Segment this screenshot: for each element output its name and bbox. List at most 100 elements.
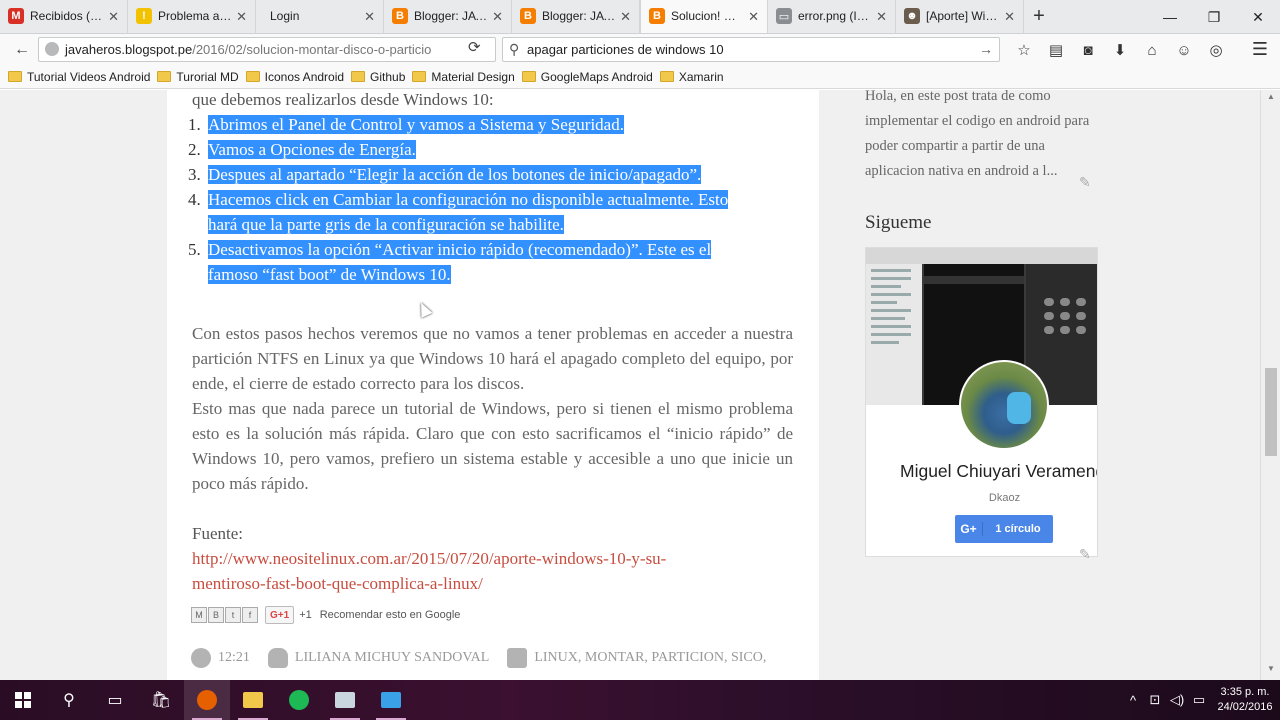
- new-tab-button[interactable]: +: [1024, 0, 1054, 33]
- windows-logo-icon: [15, 692, 31, 708]
- tab-close-icon[interactable]: ✕: [748, 9, 759, 25]
- browser-tab[interactable]: ! Problema al ... ✕: [128, 0, 256, 33]
- browser-tab[interactable]: ▭ error.png (Im... ✕: [768, 0, 896, 33]
- network-icon[interactable]: ⊡: [1144, 692, 1166, 708]
- remote-desktop-icon[interactable]: [368, 680, 414, 720]
- bookmark-item[interactable]: GoogleMaps Android: [521, 70, 653, 84]
- gplus-one-button[interactable]: G+1: [265, 606, 295, 624]
- tab-close-icon[interactable]: ✕: [620, 9, 631, 25]
- post-author[interactable]: LILIANA MICHUY SANDOVAL: [295, 650, 489, 666]
- clock-icon: [191, 648, 211, 668]
- pocket-icon[interactable]: ◙: [1072, 38, 1104, 62]
- profile-avatar[interactable]: [959, 360, 1049, 450]
- plus-one-count: +1: [299, 609, 312, 621]
- minimize-icon[interactable]: —: [1148, 0, 1192, 34]
- bookmark-star-icon[interactable]: ☆: [1008, 38, 1040, 62]
- step-item: 5. Desactivamos la opción “Activar inicio…: [188, 237, 792, 287]
- bookmark-label: Xamarin: [678, 69, 724, 84]
- task-view-icon[interactable]: ▭: [92, 680, 138, 720]
- search-bar[interactable]: ⚲ apagar particiones de windows 10 →: [502, 37, 1000, 62]
- volume-icon[interactable]: ◁): [1166, 692, 1188, 708]
- tab-close-icon[interactable]: ✕: [492, 9, 503, 25]
- tab-close-icon[interactable]: ✕: [1004, 9, 1015, 25]
- firefox-taskbar-icon[interactable]: [184, 680, 230, 720]
- browser-tab[interactable]: B Blogger: JAV... ✕: [384, 0, 512, 33]
- post-tags[interactable]: LINUX, MONTAR, PARTICION, SICO,: [534, 650, 766, 666]
- reload-icon[interactable]: ⟳: [468, 38, 481, 56]
- reading-list-icon[interactable]: ▤: [1040, 38, 1072, 62]
- selected-step-text: Abrimos el Panel de Control y vamos a Si…: [208, 115, 624, 134]
- bookmark-item[interactable]: Tutorial Videos Android: [8, 70, 150, 84]
- hello-icon[interactable]: ☺: [1168, 38, 1200, 62]
- tab-strip: MRecibidos (13...✕!Problema al ...✕Login…: [0, 0, 1280, 34]
- tab-close-icon[interactable]: ✕: [364, 9, 375, 25]
- back-arrow-icon[interactable]: ←: [10, 38, 34, 62]
- browser-tab[interactable]: M Recibidos (13...✕: [0, 0, 128, 33]
- tab-list: MRecibidos (13...✕!Problema al ...✕Login…: [0, 0, 1024, 33]
- post-time[interactable]: 12:21: [218, 650, 250, 666]
- tab-label: error.png (Im...: [798, 9, 873, 23]
- step-item: 2. Vamos a Opciones de Energía.: [188, 137, 792, 162]
- spotify-icon[interactable]: [276, 680, 322, 720]
- edit-widget-icon[interactable]: ✎: [1079, 546, 1091, 563]
- store-icon[interactable]: 🛍: [138, 680, 184, 720]
- file-explorer-icon[interactable]: [230, 680, 276, 720]
- tab-close-icon[interactable]: ✕: [876, 9, 887, 25]
- clock-time: 3:35 p. m.: [1220, 686, 1270, 698]
- close-window-icon[interactable]: ✕: [1236, 0, 1280, 34]
- browser-tab[interactable]: ☻ [Aporte] Win... ✕: [896, 0, 1024, 33]
- search-go-arrow-icon[interactable]: →: [979, 41, 993, 57]
- popular-post-snippet[interactable]: Hola, en este post trata de como impleme…: [865, 90, 1105, 184]
- blogger-share-icon[interactable]: B: [208, 607, 224, 623]
- downloads-icon[interactable]: ⬇: [1104, 38, 1136, 62]
- site-info-icon[interactable]: [45, 42, 59, 56]
- url-bar[interactable]: javaheros.blogspot.pe/2016/02/solucion-m…: [38, 37, 496, 62]
- folder-icon: [351, 71, 366, 82]
- bookmark-item[interactable]: Github: [351, 70, 405, 84]
- scroll-down-icon[interactable]: ▼: [1261, 664, 1280, 678]
- twitter-share-icon[interactable]: t: [225, 607, 241, 623]
- search-query: apagar particiones de windows 10: [527, 42, 724, 57]
- bookmark-item[interactable]: Iconos Android: [245, 70, 344, 84]
- taskbar-clock[interactable]: 3:35 p. m. 24/02/2016: [1210, 685, 1280, 715]
- blogger-icon: B: [392, 8, 408, 24]
- notifications-icon[interactable]: ▭: [1188, 692, 1210, 708]
- notes-app-icon[interactable]: [322, 680, 368, 720]
- browser-tab[interactable]: Login ✕: [256, 0, 384, 33]
- source-link-line-1[interactable]: http://www.neositelinux.com.ar/2015/07/2…: [192, 549, 666, 568]
- home-icon[interactable]: ⌂: [1136, 38, 1168, 62]
- browser-tab[interactable]: B Solucion! mo... ✕: [640, 0, 768, 33]
- show-hidden-icons-icon[interactable]: ^: [1122, 693, 1144, 708]
- folder-icon: [245, 71, 260, 82]
- search-taskbar-icon[interactable]: ⚲: [46, 680, 92, 720]
- source-link-line-2[interactable]: mentiroso-fast-boot-que-complica-a-linux…: [192, 574, 483, 593]
- blogger-icon: B: [520, 8, 536, 24]
- post-intro-text: que debemos realizarlos desde Windows 10…: [192, 90, 494, 109]
- start-button[interactable]: [0, 680, 46, 720]
- email-share-icon[interactable]: M: [191, 607, 207, 623]
- source-link[interactable]: http://www.neositelinux.com.ar/2015/07/2…: [192, 546, 666, 596]
- tab-close-icon[interactable]: ✕: [236, 9, 247, 25]
- bookmark-item[interactable]: Material Design: [412, 70, 515, 84]
- source-label: Fuente:: [192, 524, 243, 543]
- tab-close-icon[interactable]: ✕: [108, 9, 119, 25]
- profile-name[interactable]: Miguel Chiuyari Veramend: [900, 461, 1097, 482]
- scroll-up-icon[interactable]: ▲: [1261, 92, 1280, 106]
- gplus-follow-button[interactable]: G+ 1 círculo: [955, 515, 1053, 543]
- folder-icon: [521, 71, 536, 82]
- profile-handle: Dkaoz: [988, 492, 1021, 504]
- step-item: 1. Abrimos el Panel de Control y vamos a …: [188, 112, 792, 137]
- bookmark-item[interactable]: Turorial MD: [157, 70, 239, 84]
- tag-icon: [507, 648, 528, 668]
- tab-label: Solucion! mo...: [671, 9, 745, 23]
- restore-icon[interactable]: ❐: [1192, 0, 1236, 34]
- edit-widget-icon[interactable]: ✎: [1079, 174, 1091, 191]
- facebook-share-icon[interactable]: f: [242, 607, 258, 623]
- extension-icon[interactable]: ◎: [1200, 38, 1232, 62]
- menu-icon[interactable]: ☰: [1252, 39, 1268, 60]
- browser-tab[interactable]: B Blogger: JAV... ✕: [512, 0, 640, 33]
- scrollbar-thumb[interactable]: [1265, 368, 1277, 456]
- page-scrollbar[interactable]: ▲ ▼: [1260, 90, 1280, 680]
- bookmark-item[interactable]: Xamarin: [659, 69, 724, 84]
- steps-list: 1. Abrimos el Panel de Control y vamos a …: [188, 112, 792, 287]
